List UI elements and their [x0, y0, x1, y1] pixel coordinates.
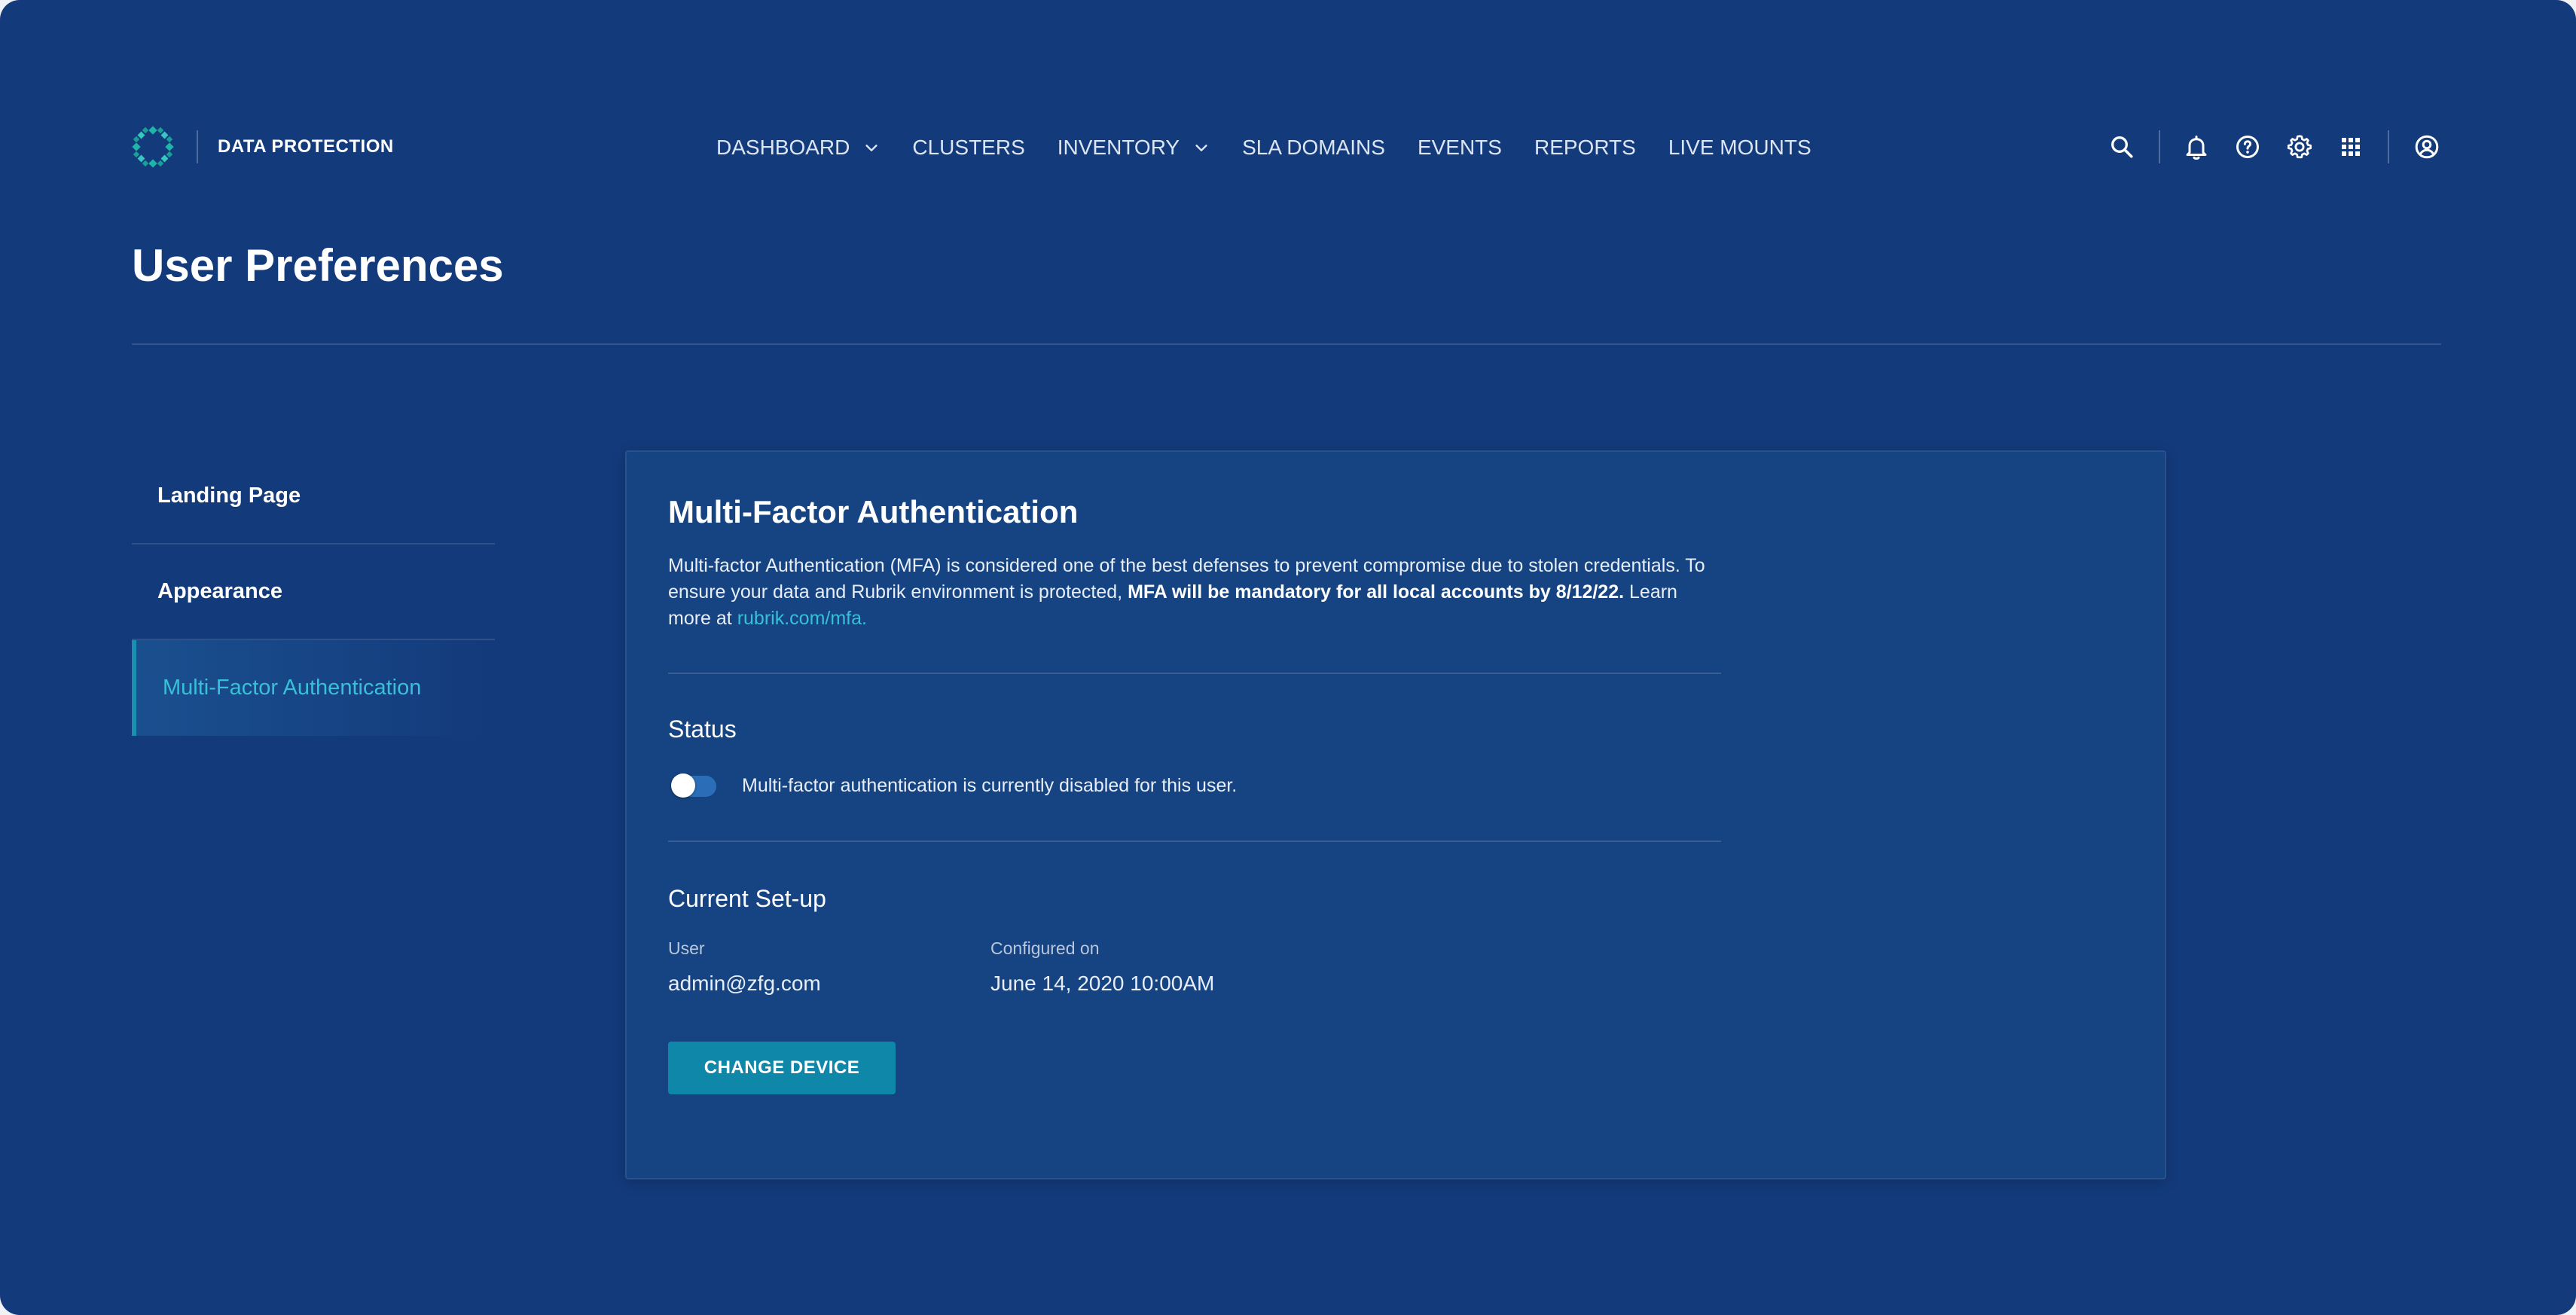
brand-name: DATA PROTECTION: [218, 136, 394, 157]
description-emphasis: MFA will be mandatory for all local acco…: [1128, 581, 1625, 603]
toolbar-divider: [2159, 130, 2160, 163]
nav-item-label: CLUSTERS: [912, 136, 1025, 159]
user-label: User: [668, 938, 705, 958]
search-icon: [2111, 136, 2133, 158]
account-button[interactable]: [2413, 133, 2441, 161]
mfa-card: Multi-Factor Authentication Multi-factor…: [625, 450, 2166, 1179]
toggle-knob: [671, 773, 695, 798]
side-item-label: Landing Page: [157, 484, 301, 508]
nav-item-sla-domains[interactable]: SLA DOMAINS: [1242, 136, 1385, 160]
notifications-button[interactable]: [2182, 133, 2211, 161]
nav-item-dashboard[interactable]: DASHBOARD: [716, 136, 880, 160]
configured-on-label: Configured on: [990, 938, 1100, 958]
top-header: DATA PROTECTION DASHBOARD CLUSTERS INVEN…: [132, 113, 2441, 181]
card-title: Multi-Factor Authentication: [668, 494, 1079, 529]
status-heading: Status: [668, 715, 737, 743]
chevron-down-icon: [1195, 145, 1207, 151]
page-title: User Preferences: [132, 240, 504, 291]
change-device-button[interactable]: CHANGE DEVICE: [668, 1042, 896, 1094]
brand-divider: [197, 130, 198, 163]
mfa-info-link[interactable]: rubrik.com/mfa.: [737, 608, 867, 629]
nav-item-live-mounts[interactable]: LIVE MOUNTS: [1668, 136, 1811, 160]
mfa-toggle[interactable]: [668, 771, 718, 800]
search-button[interactable]: [2107, 133, 2136, 161]
section-divider: [668, 841, 1721, 842]
nav-item-label: INVENTORY: [1057, 136, 1180, 159]
apps-button[interactable]: [2336, 133, 2365, 161]
side-item-multi-factor-authentication[interactable]: Multi-Factor Authentication: [132, 640, 495, 736]
rubrik-logo-icon: [132, 126, 174, 168]
toolbar-divider: [2388, 130, 2389, 163]
mfa-description: Multi-factor Authentication (MFA) is con…: [668, 553, 1721, 632]
brand[interactable]: DATA PROTECTION: [132, 124, 394, 170]
side-item-label: Appearance: [157, 579, 283, 603]
mfa-status-text: Multi-factor authentication is currently…: [742, 775, 1238, 796]
nav-item-events[interactable]: EVENTS: [1418, 136, 1502, 160]
main-nav: DASHBOARD CLUSTERS INVENTORY SLA DOMAINS…: [716, 133, 1844, 163]
nav-item-label: EVENTS: [1417, 136, 1502, 159]
apps-grid-icon: [2342, 138, 2360, 156]
title-divider: [132, 343, 2441, 345]
help-button[interactable]: [2233, 133, 2262, 161]
header-toolbar: [2107, 125, 2441, 169]
chevron-down-icon: [865, 145, 877, 151]
nav-item-clusters[interactable]: CLUSTERS: [912, 136, 1024, 160]
configured-on-value: June 14, 2020 10:00AM: [990, 972, 1215, 995]
preferences-side-menu: Landing Page Appearance Multi-Factor Aut…: [132, 449, 495, 736]
app-window: DATA PROTECTION DASHBOARD CLUSTERS INVEN…: [0, 0, 2576, 1315]
side-item-label: Multi-Factor Authentication: [163, 676, 422, 700]
nav-item-reports[interactable]: REPORTS: [1534, 136, 1636, 160]
nav-item-label: SLA DOMAINS: [1242, 136, 1385, 159]
nav-item-label: DASHBOARD: [716, 136, 850, 159]
nav-item-label: LIVE MOUNTS: [1668, 136, 1811, 159]
settings-button[interactable]: [2285, 133, 2314, 161]
side-item-landing-page[interactable]: Landing Page: [132, 449, 495, 545]
gear-icon: [2287, 135, 2312, 159]
nav-item-label: REPORTS: [1534, 136, 1636, 159]
section-divider: [668, 673, 1721, 674]
user-value: admin@zfg.com: [668, 972, 821, 995]
help-icon: [2236, 136, 2259, 158]
bell-icon: [2186, 136, 2207, 160]
nav-item-inventory[interactable]: INVENTORY: [1058, 136, 1210, 160]
side-item-appearance[interactable]: Appearance: [132, 545, 495, 640]
setup-heading: Current Set-up: [668, 885, 826, 912]
user-account-icon: [2415, 135, 2439, 159]
